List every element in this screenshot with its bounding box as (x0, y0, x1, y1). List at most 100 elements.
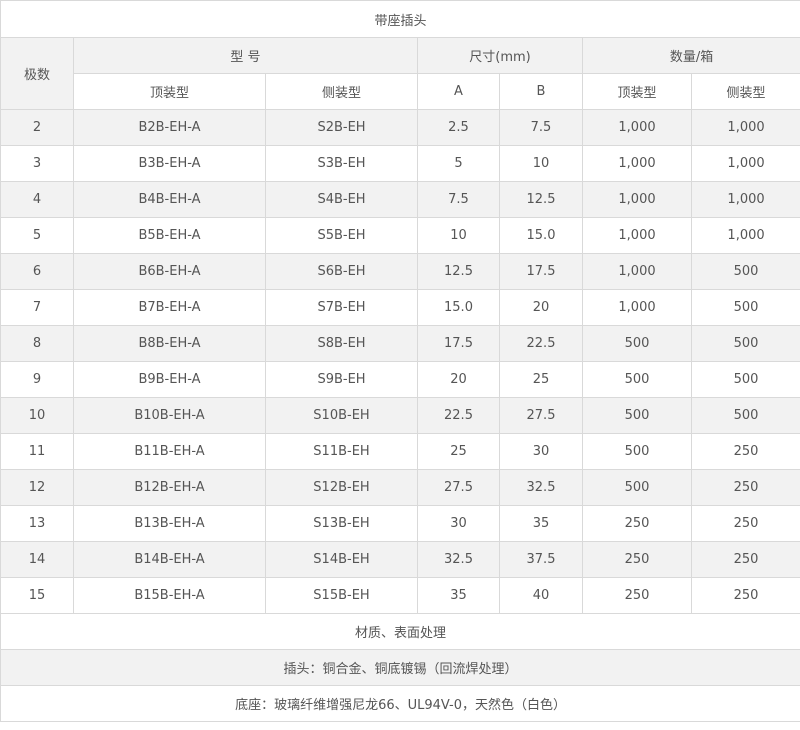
cell-top-model: B13B-EH-A (73, 505, 266, 542)
spec-table: 带座插头 极数 型 号 尺寸(mm) 数量/箱 顶装型 侧装型 A B 顶装型 … (0, 0, 800, 722)
cell-b: 40 (499, 577, 583, 614)
cell-side-model: S7B-EH (265, 289, 418, 326)
footer-base: 底座：玻璃纤维增强尼龙66、UL94V-0，天然色（白色） (0, 685, 800, 722)
cell-qty-side: 250 (690, 541, 800, 578)
table-row: 14 B14B-EH-A S14B-EH 32.5 37.5 250 250 (0, 541, 800, 578)
header-row-2: 顶装型 侧装型 A B 顶装型 侧装型 (1, 73, 800, 110)
cell-a: 20 (417, 361, 500, 398)
header-qty: 数量/箱 (581, 37, 800, 74)
cell-side-model: S12B-EH (265, 469, 418, 506)
header-side-qty: 侧装型 (690, 73, 800, 110)
table-row: 9 B9B-EH-A S9B-EH 20 25 500 500 (0, 361, 800, 398)
cell-a: 15.0 (417, 289, 500, 326)
cell-a: 27.5 (417, 469, 500, 506)
cell-poles: 8 (0, 325, 74, 362)
cell-a: 22.5 (417, 397, 500, 434)
table-row: 13 B13B-EH-A S13B-EH 30 35 250 250 (0, 505, 800, 542)
header-top-qty: 顶装型 (582, 73, 692, 110)
cell-top-model: B12B-EH-A (73, 469, 266, 506)
table-row: 7 B7B-EH-A S7B-EH 15.0 20 1,000 500 (0, 289, 800, 326)
header-row-1: 极数 型 号 尺寸(mm) 数量/箱 (0, 37, 800, 110)
cell-side-model: S3B-EH (265, 145, 418, 182)
cell-side-model: S9B-EH (265, 361, 418, 398)
footer-material-row: 材质、表面处理 (0, 613, 800, 650)
table-row: 11 B11B-EH-A S11B-EH 25 30 500 250 (0, 433, 800, 470)
cell-qty-top: 250 (582, 505, 692, 542)
cell-qty-side: 1,000 (690, 109, 800, 146)
cell-b: 25 (499, 361, 583, 398)
header-top-model: 顶装型 (73, 73, 266, 110)
table-row: 6 B6B-EH-A S6B-EH 12.5 17.5 1,000 500 (0, 253, 800, 290)
cell-a: 5 (417, 145, 500, 182)
cell-top-model: B10B-EH-A (73, 397, 266, 434)
cell-b: 27.5 (499, 397, 583, 434)
cell-b: 10 (499, 145, 583, 182)
cell-top-model: B4B-EH-A (73, 181, 266, 218)
cell-poles: 15 (0, 577, 74, 614)
cell-side-model: S6B-EH (265, 253, 418, 290)
cell-poles: 14 (0, 541, 74, 578)
cell-a: 32.5 (417, 541, 500, 578)
cell-top-model: B15B-EH-A (73, 577, 266, 614)
cell-side-model: S2B-EH (265, 109, 418, 146)
header-model: 型 号 (73, 37, 418, 74)
cell-side-model: S4B-EH (265, 181, 418, 218)
header-side-model: 侧装型 (265, 73, 418, 110)
cell-qty-top: 500 (582, 361, 692, 398)
cell-poles: 10 (0, 397, 74, 434)
cell-side-model: S11B-EH (265, 433, 418, 470)
cell-qty-top: 500 (582, 325, 692, 362)
cell-top-model: B2B-EH-A (73, 109, 266, 146)
cell-a: 35 (417, 577, 500, 614)
cell-poles: 12 (0, 469, 74, 506)
table-row: 15 B15B-EH-A S15B-EH 35 40 250 250 (0, 577, 800, 614)
cell-poles: 13 (0, 505, 74, 542)
cell-poles: 11 (0, 433, 74, 470)
cell-qty-top: 1,000 (582, 217, 692, 254)
cell-qty-top: 500 (582, 469, 692, 506)
cell-b: 12.5 (499, 181, 583, 218)
cell-b: 15.0 (499, 217, 583, 254)
cell-poles: 3 (0, 145, 74, 182)
cell-top-model: B5B-EH-A (73, 217, 266, 254)
cell-qty-side: 250 (690, 505, 800, 542)
cell-qty-side: 500 (690, 361, 800, 398)
cell-b: 32.5 (499, 469, 583, 506)
cell-qty-side: 250 (690, 469, 800, 506)
footer-plug: 插头：铜合金、铜底镀锡（回流焊处理） (0, 649, 800, 686)
cell-side-model: S15B-EH (265, 577, 418, 614)
cell-qty-side: 500 (690, 325, 800, 362)
cell-qty-side: 250 (690, 433, 800, 470)
cell-qty-side: 250 (690, 577, 800, 614)
table-row: 3 B3B-EH-A S3B-EH 5 10 1,000 1,000 (0, 145, 800, 182)
cell-side-model: S13B-EH (265, 505, 418, 542)
header-a: A (417, 73, 500, 110)
cell-top-model: B8B-EH-A (73, 325, 266, 362)
cell-a: 25 (417, 433, 500, 470)
cell-qty-top: 500 (582, 433, 692, 470)
cell-qty-top: 1,000 (582, 145, 692, 182)
cell-b: 22.5 (499, 325, 583, 362)
cell-a: 10 (417, 217, 500, 254)
cell-b: 35 (499, 505, 583, 542)
table-title: 带座插头 (0, 0, 800, 38)
table-row: 2 B2B-EH-A S2B-EH 2.5 7.5 1,000 1,000 (0, 109, 800, 146)
cell-side-model: S5B-EH (265, 217, 418, 254)
cell-a: 30 (417, 505, 500, 542)
cell-poles: 9 (0, 361, 74, 398)
table-title-row: 带座插头 (0, 0, 800, 38)
cell-qty-side: 500 (690, 397, 800, 434)
cell-qty-top: 1,000 (582, 253, 692, 290)
footer-plug-row: 插头：铜合金、铜底镀锡（回流焊处理） (0, 649, 800, 686)
cell-qty-top: 250 (582, 577, 692, 614)
cell-qty-side: 500 (690, 253, 800, 290)
cell-top-model: B3B-EH-A (73, 145, 266, 182)
table-row: 10 B10B-EH-A S10B-EH 22.5 27.5 500 500 (0, 397, 800, 434)
cell-qty-top: 1,000 (582, 289, 692, 326)
cell-poles: 6 (0, 253, 74, 290)
cell-a: 7.5 (417, 181, 500, 218)
cell-qty-top: 250 (582, 541, 692, 578)
cell-b: 37.5 (499, 541, 583, 578)
cell-qty-side: 1,000 (690, 145, 800, 182)
table-row: 12 B12B-EH-A S12B-EH 27.5 32.5 500 250 (0, 469, 800, 506)
